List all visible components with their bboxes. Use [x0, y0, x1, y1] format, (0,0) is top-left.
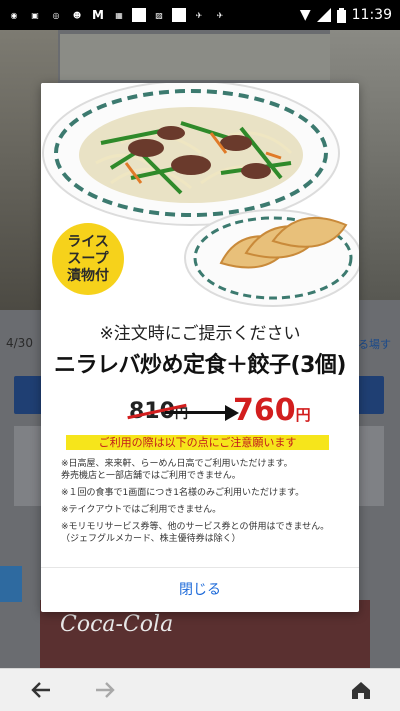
grid-icon: ▦ [115, 10, 123, 20]
background-photo [60, 34, 330, 80]
forward-button[interactable] [92, 677, 118, 703]
term-item: ※日高屋、来来軒、らーめん日高でご利用いただけます。 券売機店と一部店舗ではご利… [61, 459, 293, 481]
clock-icon: ◎ [52, 10, 60, 20]
battery-icon [336, 7, 346, 23]
wifi-icon: ▼ [299, 7, 311, 23]
bag-icon: ▣ [31, 10, 39, 20]
close-button[interactable]: 閉じる [41, 568, 359, 612]
notification-icons: ◉ ▣ ◎ ☻ M ▦ ▨ ✈ ✈ [0, 8, 228, 22]
status-bar: ◉ ▣ ◎ ☻ M ▦ ▨ ✈ ✈ ▼ 11:39 [0, 0, 400, 30]
new-price-value: 760 [233, 393, 296, 428]
camera-icon [0, 566, 22, 602]
badge-line: ライス [67, 233, 109, 250]
term-item: ※テイクアウトではご利用できません。 [61, 505, 222, 515]
home-icon [352, 682, 370, 699]
background-date: 4/30 [6, 336, 33, 350]
blank-icon [172, 8, 186, 22]
badge-line: スープ [67, 250, 109, 267]
present-notice: ※注文時にご提示ください [99, 324, 301, 344]
price-row: 810円 760円 [41, 391, 359, 431]
coupon-title: ニラレバ炒め定食＋餃子(3個) [54, 353, 346, 378]
signal-icon [316, 8, 331, 22]
term-item: ※モリモリサービス券等、他のサービス券との併用はできません。 （ジェフグルメカー… [61, 522, 330, 544]
arrow-right-icon [96, 682, 115, 698]
bird-icon: ✈ [216, 10, 224, 20]
caution-banner: ご利用の際は以下の点にご注意願います [66, 435, 329, 450]
clock-time: 11:39 [351, 7, 392, 23]
yen-label: 円 [295, 406, 311, 424]
browser-nav-bar [0, 668, 400, 711]
arrow-right-icon [165, 411, 229, 414]
home-button[interactable] [348, 677, 374, 703]
background-link: る場す [358, 338, 391, 351]
face-icon: ☻ [72, 10, 82, 20]
dialog-footer: 閉じる [41, 567, 359, 612]
new-price: 760円 [233, 393, 311, 428]
brand-logo: Coca-Cola [60, 612, 174, 637]
arrow-left-icon [31, 682, 50, 698]
badge-line: 漬物付 [67, 267, 109, 284]
bonus-badge: ライス スープ 漬物付 [52, 223, 124, 295]
term-item: ※１回の食事で1画面につき1名様のみご利用いただけます。 [61, 488, 305, 498]
coupon-food-image: ライス スープ 漬物付 [41, 83, 359, 310]
yen-label: 円 [174, 407, 188, 422]
coupon-dialog: ライス スープ 漬物付 ※注文時にご提示ください ニラレバ炒め定食＋餃子(3個)… [41, 83, 359, 612]
mcdonalds-icon: M [92, 8, 104, 22]
bird-icon: ✈ [195, 10, 203, 20]
back-button[interactable] [28, 677, 54, 703]
terms-list: ※日高屋、来来軒、らーめん日高でご利用いただけます。 券売機店と一部店舗ではご利… [61, 458, 353, 550]
gusto-icon: ◉ [10, 10, 18, 20]
photo-icon: ▨ [155, 10, 163, 20]
blank-icon [132, 8, 146, 22]
